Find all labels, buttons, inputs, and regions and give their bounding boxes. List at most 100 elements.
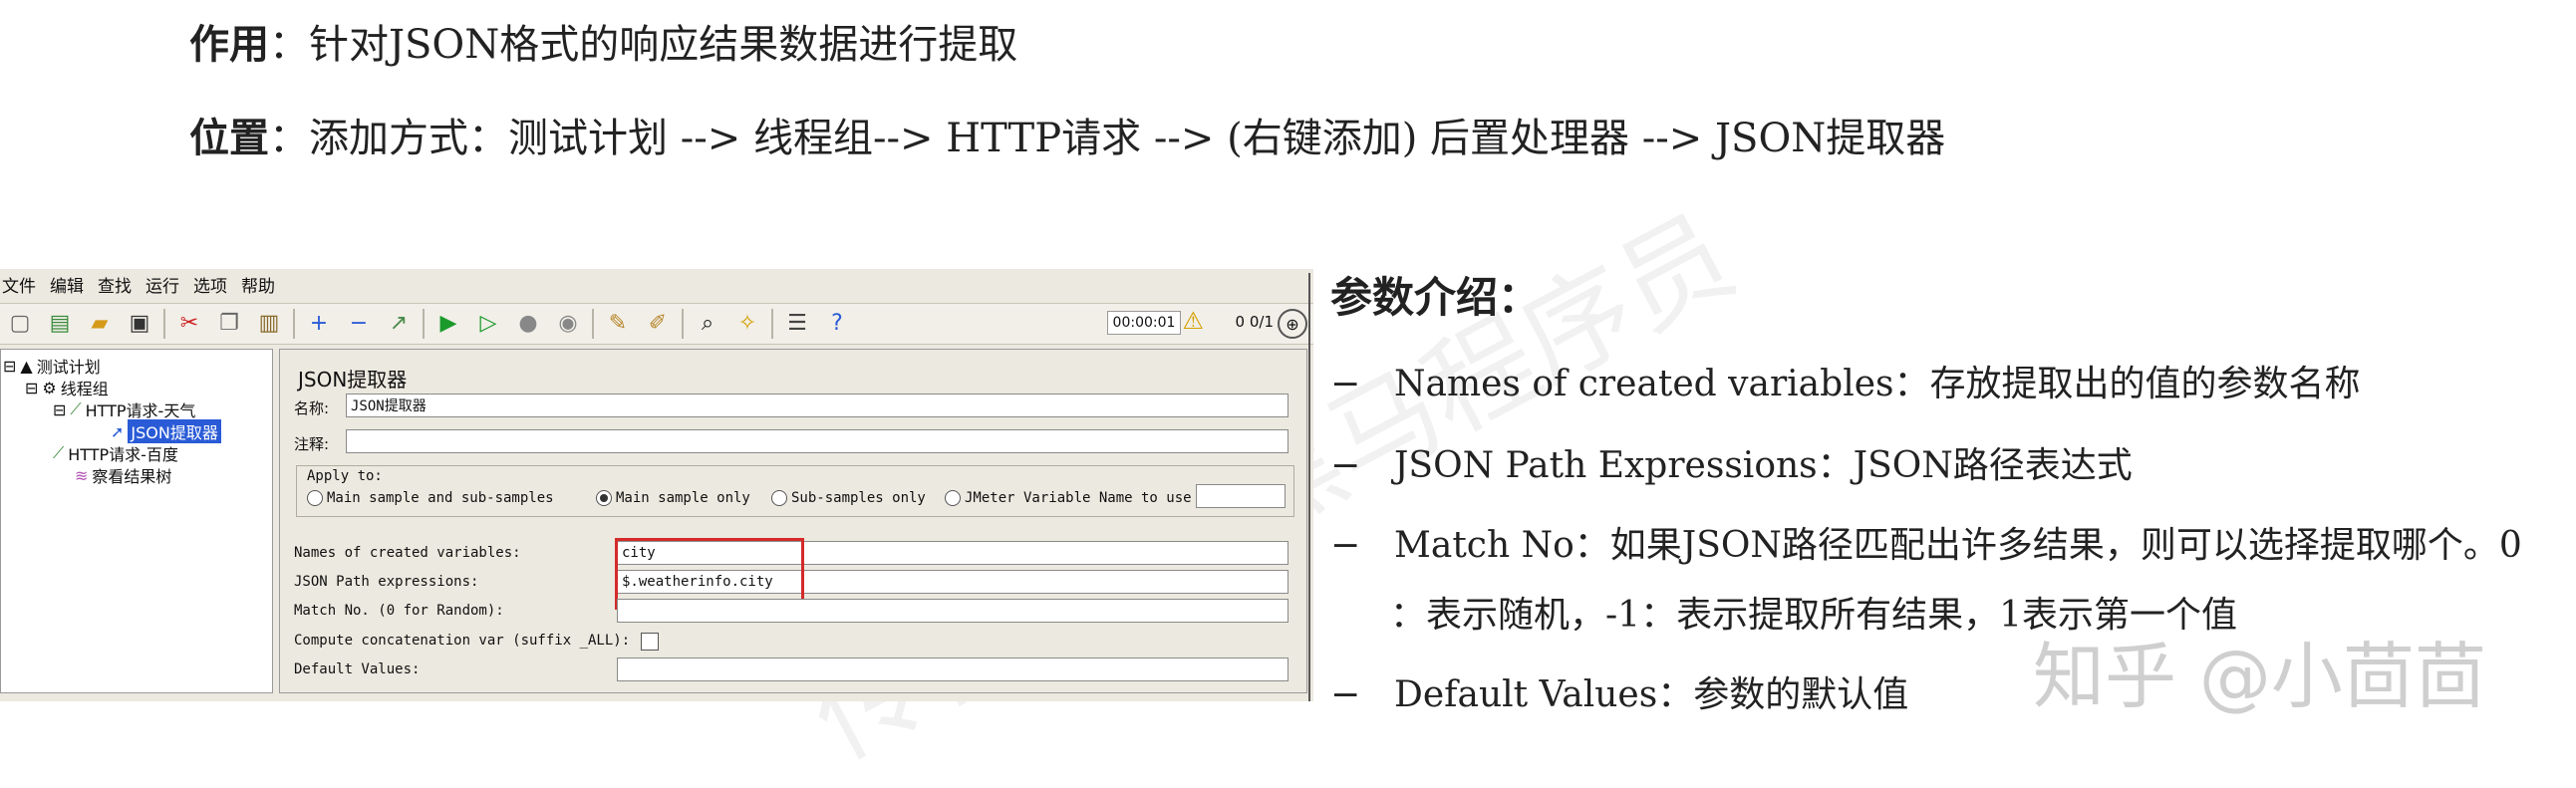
column-divider (1308, 273, 1310, 701)
menu-search[interactable]: 查找 (96, 272, 134, 297)
param-item: − Names of created variables：存放提取出的值的参数名称 (1330, 364, 2361, 404)
location-line: 位置：添加方式：测试计划 --> 线程组--> HTTP请求 --> (右键添加… (189, 106, 1945, 163)
expand-toggle-icon[interactable]: ⊟ (25, 379, 38, 397)
params-title: 参数介绍： (1330, 273, 1541, 322)
warning-count: 0 (1235, 313, 1246, 331)
copy-icon[interactable]: ❐ (214, 309, 244, 339)
clear-all-icon[interactable]: ✐ (643, 309, 673, 339)
purpose-line: 作用：针对JSON格式的响应结果数据进行提取 (189, 12, 1017, 70)
start-no-pause-icon[interactable]: ▷ (473, 309, 503, 339)
menu-edit[interactable]: 编辑 (48, 272, 86, 297)
save-icon[interactable]: ▣ (125, 309, 154, 339)
sampler-icon: ⟋ (53, 443, 65, 462)
param-term: Match No (1394, 525, 1574, 566)
panel-title: JSON提取器 (298, 368, 408, 392)
expand-icon[interactable]: + (304, 309, 334, 339)
purpose-text: ：针对JSON格式的响应结果数据进行提取 (269, 22, 1018, 68)
remote-status-icon[interactable]: ⊕ (1278, 309, 1307, 339)
radio-label: Sub-samples only (791, 490, 926, 506)
paste-icon[interactable]: ▥ (254, 309, 284, 339)
listener-icon: ≋ (75, 465, 89, 485)
location-text: ：添加方式：测试计划 --> 线程组--> HTTP请求 --> (右键添加) … (269, 116, 1946, 161)
concat-label: Compute concatenation var (suffix _ALL): (294, 633, 631, 649)
concat-checkbox[interactable] (641, 633, 659, 651)
vars-label: Names of created variables: (294, 545, 521, 561)
tree-node-thread-group[interactable]: ⊟ ⚙ 线程组 (25, 376, 109, 399)
default-values-field[interactable] (617, 657, 1288, 681)
param-desc: ：如果JSON路径匹配出许多结果，则可以选择提取哪个。0 (1574, 525, 2522, 566)
comment-field[interactable] (346, 429, 1288, 453)
menu-bar: 文件 编辑 查找 运行 选项 帮助 (0, 269, 1313, 299)
extractor-icon: ➚ (111, 421, 125, 441)
menu-run[interactable]: 运行 (143, 272, 181, 297)
menu-help[interactable]: 帮助 (239, 272, 277, 297)
apply-to-group: Apply to: Main sample and sub-samples Ma… (296, 465, 1294, 517)
param-desc: ：参数的默认值 (1657, 674, 1909, 715)
toolbar-divider (771, 309, 773, 339)
tree-node-http-baidu[interactable]: ⟋ HTTP请求-百度 (53, 441, 178, 465)
menu-options[interactable]: 选项 (191, 272, 229, 297)
radio-label: Main sample and sub-samples (327, 490, 554, 506)
search-icon[interactable]: ⌕ (693, 309, 722, 339)
param-item: − JSON Path Expressions：JSON路径表达式 (1330, 445, 2133, 486)
param-item: − Match No：如果JSON路径匹配出许多结果，则可以选择提取哪个。0 (1330, 525, 2522, 566)
tree-node-label: JSON提取器 (128, 419, 221, 443)
tree-node-label: HTTP请求-百度 (68, 445, 178, 464)
tree-node-json-extractor[interactable]: ➚ JSON提取器 (111, 419, 221, 443)
json-extractor-panel: JSON提取器 名称: JSON提取器 注释: Apply to: Main s… (279, 349, 1307, 693)
radio-main-only[interactable]: Main sample only (596, 490, 750, 506)
radio-circle[interactable] (307, 490, 323, 506)
collapse-icon[interactable]: − (344, 309, 374, 339)
stop-icon[interactable]: ● (513, 309, 543, 339)
gear-icon: ⚙ (42, 378, 57, 397)
purpose-label: 作用 (189, 21, 269, 68)
warning-icon[interactable]: ⚠ (1182, 307, 1204, 335)
start-icon[interactable]: ▶ (433, 309, 463, 339)
reset-search-icon[interactable]: ✧ (732, 309, 762, 339)
open-icon[interactable]: ▰ (85, 309, 115, 339)
thread-counts: 0 0/1 (1236, 313, 1274, 331)
radio-main-and-sub[interactable]: Main sample and sub-samples (307, 490, 554, 506)
radio-circle-selected[interactable] (596, 490, 612, 506)
tree-node-label: 察看结果树 (92, 467, 172, 486)
radio-sub-only[interactable]: Sub-samples only (771, 490, 926, 506)
toolbar-divider (293, 309, 295, 339)
clear-icon[interactable]: ✎ (603, 309, 633, 339)
active-threads: 0/1 (1249, 313, 1274, 331)
tree-node-test-plan[interactable]: ⊟ ▲ 测试计划 (3, 354, 101, 378)
toolbar-divider (163, 309, 165, 339)
comment-label: 注释: (294, 435, 330, 453)
param-desc: ：存放提取出的值的参数名称 (1893, 364, 2361, 404)
toolbar-divider (682, 309, 684, 339)
apply-to-label: Apply to: (307, 468, 383, 484)
cut-icon[interactable]: ✂ (174, 309, 204, 339)
name-field[interactable]: JSON提取器 (346, 394, 1288, 417)
variable-name-field[interactable] (1196, 484, 1286, 508)
radio-label: Main sample only (616, 490, 750, 506)
menu-file[interactable]: 文件 (0, 272, 38, 297)
expand-toggle-icon[interactable]: ⊟ (53, 400, 66, 419)
toolbar-divider (423, 309, 425, 339)
param-term: Names of created variables (1394, 364, 1894, 404)
param-item: − Default Values：参数的默认值 (1330, 674, 1909, 715)
radio-variable-name[interactable]: JMeter Variable Name to use (945, 490, 1192, 506)
tree-node-label: HTTP请求-天气 (85, 401, 196, 420)
help-icon[interactable]: ? (822, 309, 852, 339)
tree-node-http-weather[interactable]: ⊟ ⟋ HTTP请求-天气 (53, 397, 195, 421)
shutdown-icon[interactable]: ◉ (553, 309, 583, 339)
tree-node-label: 测试计划 (36, 358, 101, 377)
match-no-field[interactable] (617, 599, 1288, 623)
new-icon[interactable]: ▢ (5, 309, 35, 339)
name-label: 名称: (294, 399, 330, 417)
templates-icon[interactable]: ▤ (45, 309, 75, 339)
zhihu-watermark: 知乎 @小茴茴 (2033, 635, 2486, 718)
expand-toggle-icon[interactable]: ⊟ (3, 357, 16, 376)
radio-circle[interactable] (945, 490, 961, 506)
match-label: Match No. (0 for Random): (294, 603, 504, 619)
location-label: 位置 (189, 115, 269, 161)
function-helper-icon[interactable]: ☰ (782, 309, 812, 339)
toggle-icon[interactable]: ↗ (384, 309, 414, 339)
radio-circle[interactable] (771, 490, 787, 506)
radio-label: JMeter Variable Name to use (965, 490, 1192, 506)
tree-node-results-tree[interactable]: ≋ 察看结果树 (75, 463, 171, 487)
